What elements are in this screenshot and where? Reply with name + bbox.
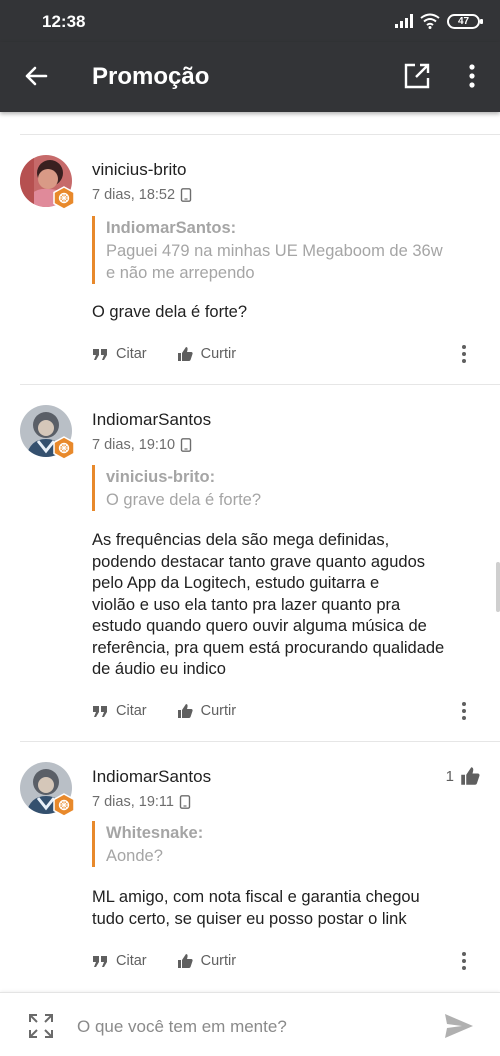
quote-block[interactable]: IndiomarSantos: Paguei 479 na minhas UE … — [92, 216, 443, 284]
comment-text-line: tudo certo, se quiser eu posso postar o … — [92, 909, 407, 928]
comment-feed[interactable]: vinicius-brito 7 dias, 18:52 IndiomarSan… — [0, 112, 500, 992]
comment-text-line: pelo App da Logitech, estudo guitarra e — [92, 574, 380, 592]
quote-author: Whitesnake: — [106, 824, 204, 842]
more-options-icon[interactable] — [458, 62, 486, 90]
comment-body: ML amigo, com nota fiscal e garantia che… — [92, 887, 488, 930]
comment-text-line: podendo destacar tanto grave quanto agud… — [92, 552, 426, 571]
comment: IndiomarSantos 7 dias, 19:10 vinicius-br… — [0, 385, 500, 742]
comment-options-icon[interactable] — [456, 950, 472, 972]
comment-options-icon[interactable] — [456, 343, 472, 365]
scrollbar-thumb[interactable] — [496, 562, 500, 612]
rank-badge-icon — [53, 436, 75, 460]
quote-text-line: O grave dela é forte? — [106, 491, 262, 509]
quote-button[interactable]: Citar — [92, 346, 147, 362]
mobile-device-icon — [180, 438, 192, 452]
comment: vinicius-brito 7 dias, 18:52 IndiomarSan… — [0, 135, 500, 385]
like-button[interactable]: Curtir — [177, 953, 236, 969]
avatar-container[interactable] — [20, 405, 75, 460]
status-time: 12:38 — [42, 12, 86, 31]
timestamp: 7 dias, 18:52 — [92, 187, 176, 203]
comment-text-line: violão e uso ela tanto pra lazer quanto … — [92, 595, 401, 614]
comment-actions: Citar Curtir — [92, 950, 266, 972]
comment: IndiomarSantos 1 7 dias, 19:11 Whitesnak… — [0, 742, 500, 992]
comment-actions: Citar Curtir — [92, 700, 266, 722]
comment-text-line: O grave dela é forte? — [92, 303, 248, 321]
comment-text-line: estudo quando quero ouvir alguma música … — [92, 617, 427, 635]
back-arrow-icon[interactable] — [22, 62, 50, 90]
quote-text-line: Paguei 479 na minhas UE Megaboom de 36w — [106, 242, 443, 260]
reply-input[interactable]: O que você tem em mente? — [77, 1017, 287, 1037]
post-meta: 7 dias, 19:11 — [92, 794, 191, 810]
author-name[interactable]: IndiomarSantos — [92, 767, 211, 787]
author-name[interactable]: vinicius-brito — [92, 160, 186, 180]
avatar-container[interactable] — [20, 155, 75, 210]
timestamp: 7 dias, 19:11 — [92, 794, 174, 810]
timestamp: 7 dias, 19:10 — [92, 437, 176, 453]
quote-icon — [93, 956, 107, 967]
thumbs-up-icon — [177, 954, 193, 968]
like-button-label: Curtir — [200, 703, 237, 719]
thumbs-up-icon — [177, 704, 193, 718]
thumbs-up-icon — [177, 347, 193, 361]
page-title: Promoção — [92, 63, 210, 90]
like-button-label: Curtir — [200, 346, 237, 362]
quote-block[interactable]: vinicius-brito: O grave dela é forte? — [92, 465, 261, 511]
quote-block[interactable]: Whitesnake: Aonde? — [92, 821, 203, 867]
like-button[interactable]: Curtir — [177, 346, 236, 362]
comment-text-line: de áudio eu indico — [92, 660, 226, 678]
app-bar: Promoção — [0, 42, 500, 112]
quote-button[interactable]: Citar — [92, 953, 147, 969]
status-bar: 12:38 47 — [0, 0, 500, 42]
rank-badge-icon — [53, 793, 75, 817]
avatar-container[interactable] — [20, 762, 75, 817]
wifi-icon — [420, 13, 440, 29]
comment-text-line: referência, pra quem está procurando qua… — [92, 638, 445, 657]
comment-actions: Citar Curtir — [92, 343, 266, 365]
post-meta: 7 dias, 18:52 — [92, 187, 192, 203]
reply-composer: O que você tem em mente? — [0, 992, 500, 1056]
like-button-label: Curtir — [200, 953, 237, 969]
battery-icon: 47 — [447, 13, 483, 29]
comment-text-line: ML amigo, com nota fiscal e garantia che… — [92, 888, 420, 906]
quote-button[interactable]: Citar — [92, 703, 147, 719]
signal-icon — [395, 14, 413, 28]
comment-body: O grave dela é forte? — [92, 302, 488, 324]
mobile-device-icon — [180, 188, 192, 202]
open-external-icon[interactable] — [403, 62, 431, 90]
quote-text-line: e não me arrependo — [106, 264, 255, 282]
quote-button-label: Citar — [116, 703, 147, 719]
comment-options-icon[interactable] — [456, 700, 472, 722]
comment-text-line: As frequências dela são mega definidas, — [92, 531, 390, 549]
quote-button-label: Citar — [116, 953, 147, 969]
send-icon[interactable] — [444, 1013, 474, 1039]
like-button[interactable]: Curtir — [177, 703, 236, 719]
author-name[interactable]: IndiomarSantos — [92, 410, 211, 430]
rank-badge-icon — [53, 186, 75, 210]
thumbs-up-icon — [461, 767, 480, 785]
mobile-device-icon — [179, 795, 191, 809]
status-icons: 47 — [395, 11, 483, 31]
like-count[interactable]: 1 — [446, 766, 480, 786]
expand-icon[interactable] — [28, 1013, 54, 1039]
quote-text-line: Aonde? — [106, 847, 163, 865]
comment-body: As frequências dela são mega definidas, … — [92, 530, 488, 681]
quote-author: vinicius-brito: — [106, 468, 216, 486]
quote-icon — [93, 349, 107, 360]
quote-icon — [93, 706, 107, 717]
quote-author: IndiomarSantos: — [106, 219, 237, 237]
post-meta: 7 dias, 19:10 — [92, 437, 192, 453]
like-count-value: 1 — [445, 767, 454, 785]
quote-button-label: Citar — [116, 346, 147, 362]
